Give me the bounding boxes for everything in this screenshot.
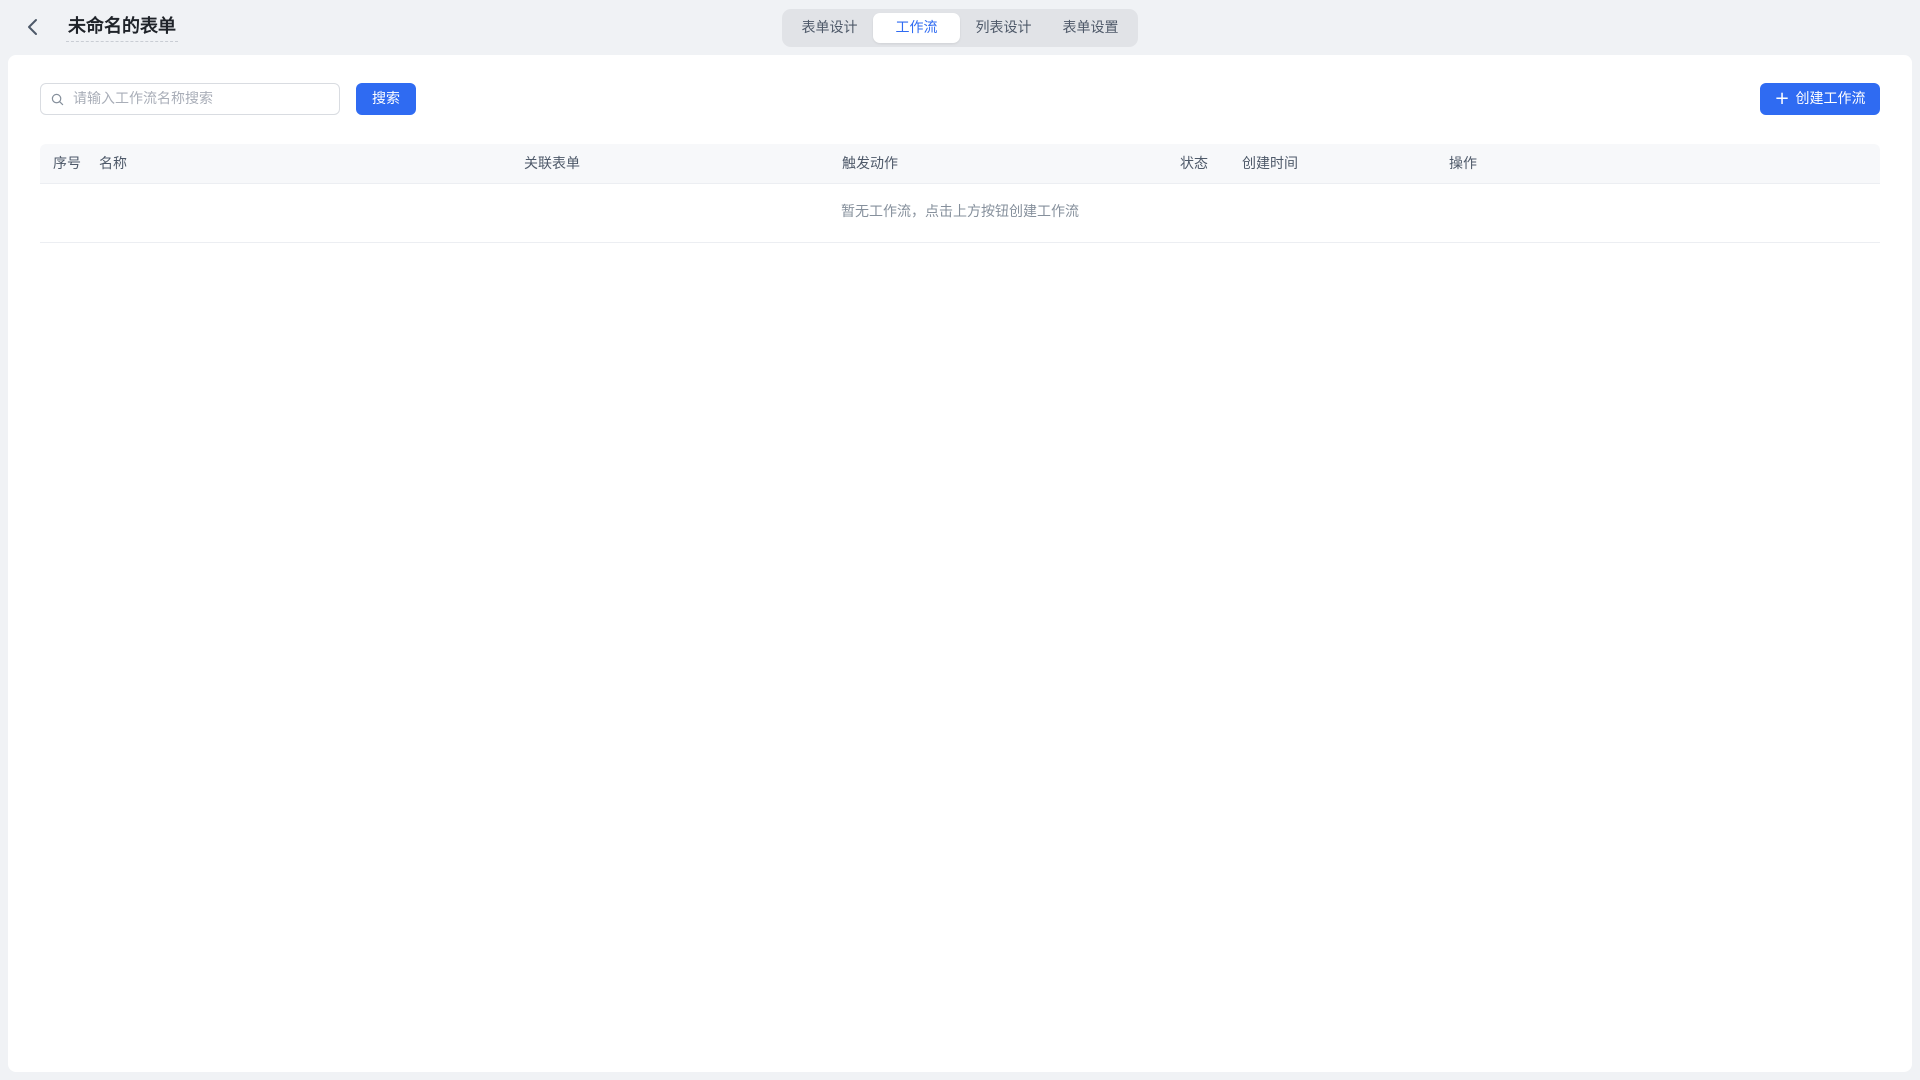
column-header-index: 序号 [53,156,81,172]
form-title[interactable]: 未命名的表单 [66,13,178,42]
search-icon [51,92,65,106]
plus-icon: + [1774,88,1790,109]
search-button[interactable]: 搜索 [356,83,416,115]
chevron-left-icon [28,19,37,35]
column-header-linked-form: 关联表单 [524,156,580,172]
tab-switcher: 表单设计 工作流 列表设计 表单设置 [782,9,1138,47]
tab-list-design[interactable]: 列表设计 [960,13,1047,43]
tab-workflow[interactable]: 工作流 [873,13,960,43]
column-header-created-time: 创建时间 [1242,156,1298,172]
column-header-name: 名称 [99,156,127,172]
workflow-panel: 搜索 + 创建工作流 序号 名称 关联表单 触发动作 状态 创建时间 操作 暂无… [8,55,1912,1072]
table-empty-state: 暂无工作流，点击上方按钮创建工作流 [40,184,1880,243]
search-input[interactable] [73,91,333,107]
tab-form-design[interactable]: 表单设计 [786,13,873,43]
top-bar: 未命名的表单 表单设计 工作流 列表设计 表单设置 [0,0,1920,55]
create-workflow-button[interactable]: + 创建工作流 [1760,83,1880,115]
search-box[interactable] [40,83,340,115]
tab-form-settings[interactable]: 表单设置 [1047,13,1134,43]
column-header-status: 状态 [1180,156,1208,172]
column-header-trigger-action: 触发动作 [842,156,898,172]
workflow-table: 序号 名称 关联表单 触发动作 状态 创建时间 操作 暂无工作流，点击上方按钮创… [40,144,1880,243]
table-header: 序号 名称 关联表单 触发动作 状态 创建时间 操作 [40,144,1880,184]
back-button[interactable] [22,16,44,38]
column-header-actions: 操作 [1449,156,1477,172]
create-workflow-label: 创建工作流 [1795,91,1866,107]
